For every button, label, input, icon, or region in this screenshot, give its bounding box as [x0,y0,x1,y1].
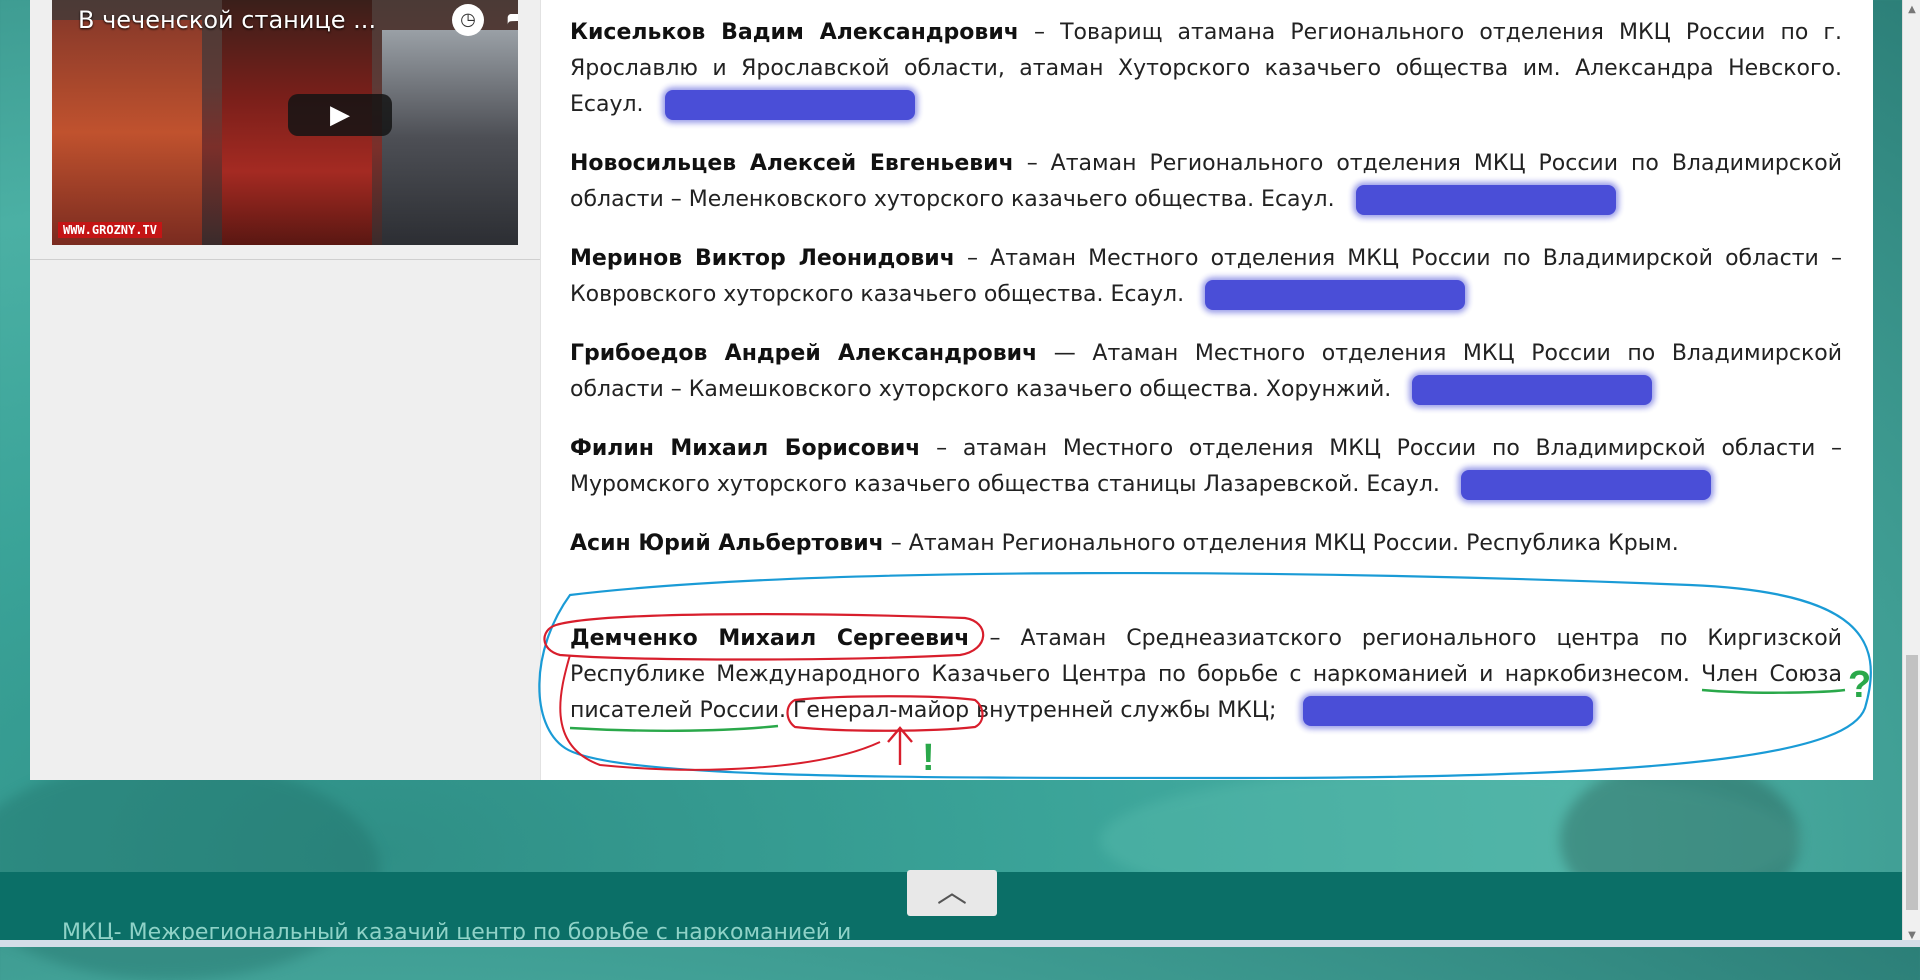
video-frame-left [52,20,202,245]
redaction-mark [664,90,915,120]
member-description: – Атаман Регионального отделения МКЦ Рос… [883,531,1679,556]
redaction-mark [1355,185,1616,215]
redaction-mark [1205,280,1466,310]
sidebar-divider [30,259,540,260]
list-item: Грибоедов Андрей Александрович — Атаман … [570,336,1842,408]
member-description-end: внутренней службы МКЦ; [969,698,1277,723]
list-item: Меринов Виктор Леонидович – Атаман Местн… [570,241,1842,313]
list-item: Новосильцев Алексей Евгеньевич – Атаман … [570,146,1842,218]
play-icon[interactable]: ▶ [288,94,392,136]
member-name: Демченко Михаил Сергеевич [570,626,970,651]
back-to-top-button[interactable]: ︿ [907,870,997,916]
list-item: Асин Юрий Альбертович – Атаман Региональ… [570,526,1842,562]
members-list: Кисельков Вадим Александрович – Товарищ … [570,15,1842,752]
redaction-mark [1412,375,1653,405]
redaction-mark [1460,470,1711,500]
video-frame-right [382,30,518,245]
clock-icon[interactable]: ◷ [452,4,484,36]
share-icon[interactable]: ➦ [506,0,518,35]
member-name: Кисельков Вадим Александрович [570,20,1019,45]
chevron-up-icon: ︿ [937,875,967,910]
member-name: Филин Михаил Борисович [570,436,921,461]
video-player[interactable]: В чеченской станице ... ◷ ➦ ▶ WWW.GROZNY… [52,0,518,245]
member-name: Грибоедов Андрей Александрович [570,341,1038,366]
scroll-up-arrow-icon[interactable]: ▲ [1906,4,1918,16]
video-brand: WWW.GROZNY.TV [58,222,162,238]
page-scrollbar[interactable]: ▲ ▼ [1902,0,1920,947]
video-title[interactable]: В чеченской станице ... [78,6,376,34]
list-item: Филин Михаил Борисович – атаман Местного… [570,431,1842,503]
member-name: Меринов Виктор Леонидович [570,246,955,271]
member-name: Асин Юрий Альбертович [570,531,884,556]
highlighted-list-item: Демченко Михаил Сергеевич – Атаман Средн… [570,621,1842,729]
member-name: Новосильцев Алексей Евгеньевич [570,151,1014,176]
member-rank: Генерал-майор [793,698,970,723]
list-item: Кисельков Вадим Александрович – Товарищ … [570,15,1842,123]
redaction-mark [1303,696,1594,726]
taskbar [0,940,1920,947]
scroll-thumb[interactable] [1906,655,1918,910]
